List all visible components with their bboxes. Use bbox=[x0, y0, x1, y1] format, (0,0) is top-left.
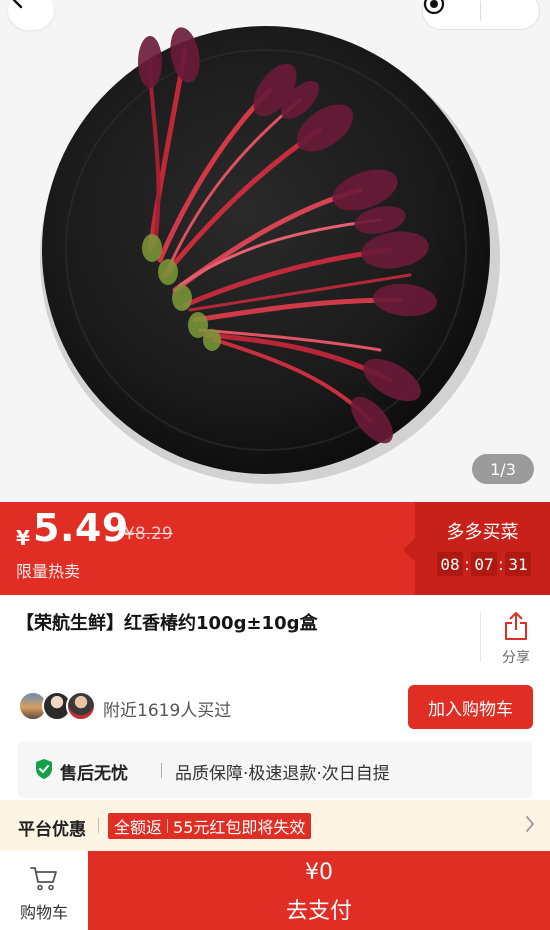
current-price: 5.49 bbox=[33, 506, 129, 550]
target-icon bbox=[423, 0, 445, 15]
product-title-row: 【荣航生鲜】红香椿约100g±10g盒 分享 bbox=[0, 595, 550, 675]
product-photo bbox=[0, 0, 550, 502]
buyers-count-text: 附近1619人买过 bbox=[103, 701, 232, 721]
countdown-seconds: 31 bbox=[505, 552, 531, 576]
pay-amount: ¥0 bbox=[305, 860, 333, 885]
price-info: ¥ 5.49 ¥8.29 限量热卖 bbox=[0, 502, 418, 595]
buyers-row: 附近1619人买过 加入购物车 bbox=[0, 682, 550, 732]
pay-button[interactable]: ¥0 去支付 bbox=[88, 851, 550, 930]
product-image-gallery[interactable]: 1/3 bbox=[0, 0, 550, 502]
add-to-cart-button[interactable]: 加入购物车 bbox=[408, 685, 533, 729]
bottom-action-bar: 购物车 ¥0 去支付 bbox=[0, 851, 550, 930]
red-packet-tag: 全额返 55元红包即将失效 bbox=[108, 813, 312, 839]
platform-offer-row[interactable]: 平台优惠 全额返 55元红包即将失效 bbox=[0, 800, 550, 851]
guarantee-divider bbox=[161, 763, 162, 778]
share-button[interactable]: 分享 bbox=[490, 611, 542, 667]
capsule-divider bbox=[480, 1, 482, 21]
guarantee-details: 品质保障·极速退款·次日自提 bbox=[175, 764, 390, 784]
platform-offer-title: 平台优惠 bbox=[18, 820, 86, 840]
chevron-left-icon bbox=[12, 0, 23, 9]
chevron-right-icon bbox=[526, 816, 534, 832]
image-pager: 1/3 bbox=[472, 454, 534, 484]
guarantee-title: 售后无忧 bbox=[60, 764, 128, 784]
original-price: ¥8.29 bbox=[124, 524, 173, 544]
platform-offer-divider bbox=[98, 818, 99, 833]
avatar bbox=[66, 691, 96, 721]
promo-title: 多多买菜 bbox=[446, 522, 519, 543]
price-bar: ¥ 5.49 ¥8.29 限量热卖 多多买菜 08 : 07 : 31 bbox=[0, 502, 550, 595]
price-tag-label: 限量热卖 bbox=[16, 562, 81, 581]
shopping-cart-icon bbox=[30, 867, 57, 891]
cart-tab[interactable]: 购物车 bbox=[0, 851, 88, 930]
shield-check-icon bbox=[36, 759, 52, 779]
countdown-hours: 08 bbox=[437, 552, 463, 576]
share-divider bbox=[480, 612, 481, 662]
red-packet-tag-right: 55元红包即将失效 bbox=[173, 818, 306, 837]
cart-label: 购物车 bbox=[19, 903, 68, 922]
red-packet-tag-left: 全额返 bbox=[114, 818, 163, 837]
share-icon bbox=[505, 612, 527, 640]
after-sale-guarantee[interactable]: 售后无忧 品质保障·极速退款·次日自提 bbox=[18, 742, 532, 798]
product-title: 【荣航生鲜】红香椿约100g±10g盒 bbox=[16, 613, 318, 634]
miniprogram-capsule bbox=[422, 0, 540, 30]
buyer-avatars bbox=[18, 691, 98, 723]
pay-label: 去支付 bbox=[285, 899, 352, 924]
countdown-minutes: 07 bbox=[471, 552, 497, 576]
share-label: 分享 bbox=[502, 650, 530, 666]
countdown-timer: 08 : 07 : 31 bbox=[437, 552, 531, 576]
currency-symbol: ¥ bbox=[16, 526, 30, 550]
promo-countdown-panel: 多多买菜 08 : 07 : 31 bbox=[403, 502, 550, 595]
